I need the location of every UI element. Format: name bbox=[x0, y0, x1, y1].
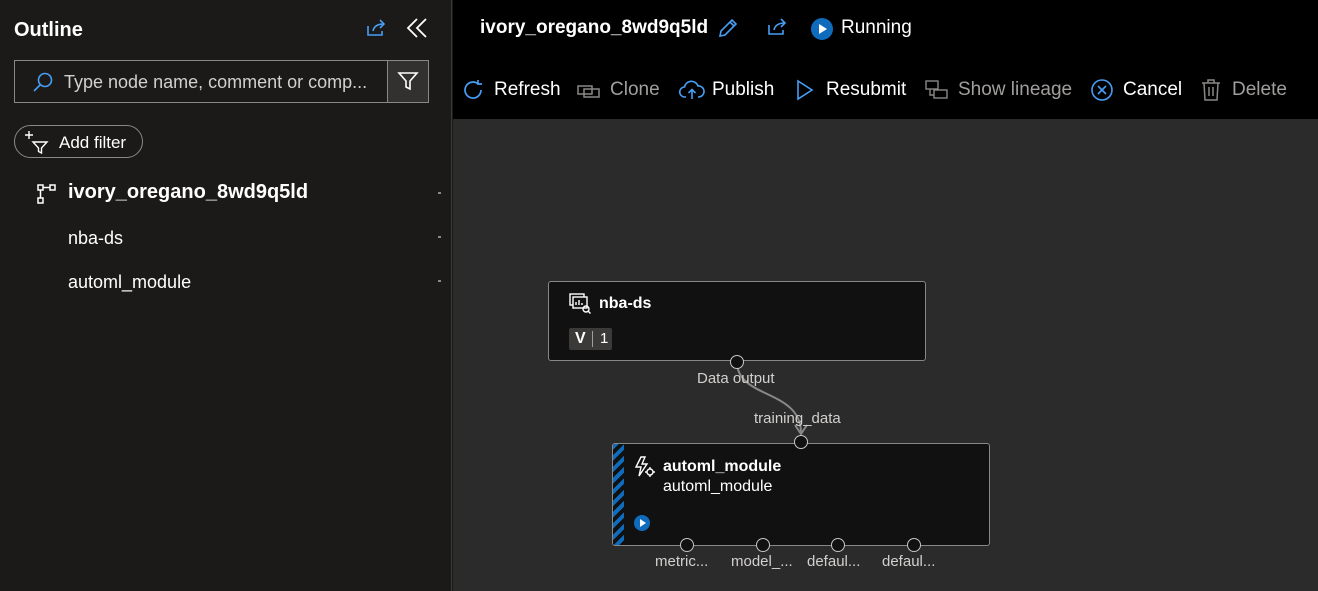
refresh-icon bbox=[464, 80, 482, 99]
add-filter-icon bbox=[25, 131, 49, 154]
run-status-label: Running bbox=[841, 17, 912, 38]
clone-label: Clone bbox=[610, 79, 660, 100]
tree-item-label: automl_module bbox=[68, 272, 192, 292]
tree-item-label: ivory_oregano_8wd9q5ld bbox=[68, 181, 309, 203]
top-bar: ivory_oregano_8wd9q5ld Running Refresh C… bbox=[453, 0, 1318, 119]
output-port-default-2[interactable] bbox=[907, 538, 921, 552]
more-options-icon[interactable] bbox=[438, 280, 441, 282]
port-label-default-1: defaul... bbox=[807, 553, 861, 570]
delete-label: Delete bbox=[1232, 79, 1287, 100]
outline-panel: Outline Type node name, comment or comp.… bbox=[0, 0, 452, 591]
tree-item-pipeline[interactable]: ivory_oregano_8wd9q5ld bbox=[0, 175, 452, 215]
pipeline-canvas[interactable]: nba-ds V 1 Data output training_data aut… bbox=[453, 119, 1318, 591]
output-port-model[interactable] bbox=[756, 538, 770, 552]
port-label-metrics: metric... bbox=[655, 553, 709, 570]
more-options-icon[interactable] bbox=[438, 192, 441, 194]
node-title: automl_module bbox=[663, 458, 782, 475]
cancel-icon bbox=[1091, 79, 1113, 101]
version-key: V bbox=[575, 330, 586, 347]
port-label-default-2: defaul... bbox=[882, 553, 936, 570]
running-stripe bbox=[613, 444, 624, 545]
filter-button[interactable] bbox=[387, 61, 428, 102]
version-divider bbox=[592, 331, 593, 347]
version-value: 1 bbox=[600, 330, 609, 347]
pipeline-pane: ivory_oregano_8wd9q5ld Running Refresh C… bbox=[453, 0, 1318, 591]
tree-item-nba-ds[interactable]: nba-ds bbox=[0, 219, 452, 259]
collapse-panel-icon[interactable] bbox=[405, 16, 429, 40]
node-subtitle: automl_module bbox=[663, 478, 773, 495]
lineage-icon bbox=[925, 80, 948, 99]
module-node-automl[interactable]: automl_module automl_module bbox=[612, 443, 990, 546]
publish-icon bbox=[679, 80, 705, 99]
output-port-metrics[interactable] bbox=[680, 538, 694, 552]
filter-icon bbox=[397, 72, 419, 91]
dataset-icon bbox=[569, 293, 591, 314]
add-filter-label: Add filter bbox=[59, 133, 127, 152]
node-title: nba-ds bbox=[599, 295, 652, 312]
outline-title: Outline bbox=[14, 19, 83, 41]
port-label-model: model_... bbox=[731, 553, 793, 570]
port-label-data-output: Data output bbox=[697, 370, 775, 387]
resubmit-icon bbox=[797, 79, 814, 101]
output-port-default-1[interactable] bbox=[831, 538, 845, 552]
run-title: ivory_oregano_8wd9q5ld bbox=[480, 17, 709, 38]
delete-icon bbox=[1202, 79, 1220, 101]
version-badge: V 1 bbox=[569, 328, 612, 350]
cancel-label: Cancel bbox=[1123, 79, 1183, 100]
node-search-box[interactable]: Type node name, comment or comp... bbox=[14, 60, 429, 103]
tree-item-label: nba-ds bbox=[68, 228, 124, 248]
search-icon bbox=[33, 72, 53, 92]
more-options-icon[interactable] bbox=[438, 236, 441, 238]
share-icon[interactable] bbox=[765, 15, 789, 39]
port-label-training-data: training_data bbox=[754, 410, 841, 427]
search-input[interactable]: Type node name, comment or comp... bbox=[64, 72, 386, 93]
automl-icon bbox=[634, 456, 655, 477]
refresh-label: Refresh bbox=[494, 79, 561, 100]
publish-label: Publish bbox=[712, 79, 775, 100]
add-filter-button[interactable]: Add filter bbox=[14, 125, 143, 158]
dataset-node-nba-ds[interactable]: nba-ds V 1 bbox=[548, 281, 926, 361]
running-icon bbox=[811, 18, 833, 40]
output-port-data-output[interactable] bbox=[730, 355, 744, 369]
tree-item-automl-module[interactable]: automl_module bbox=[0, 263, 452, 303]
show-lineage-label: Show lineage bbox=[958, 79, 1073, 100]
resubmit-label: Resubmit bbox=[826, 79, 907, 100]
edit-icon[interactable] bbox=[716, 16, 740, 40]
running-icon bbox=[634, 515, 650, 531]
clone-icon bbox=[577, 85, 600, 98]
input-port-training-data[interactable] bbox=[794, 435, 808, 449]
pipeline-icon bbox=[37, 184, 56, 204]
share-icon[interactable] bbox=[364, 16, 388, 40]
